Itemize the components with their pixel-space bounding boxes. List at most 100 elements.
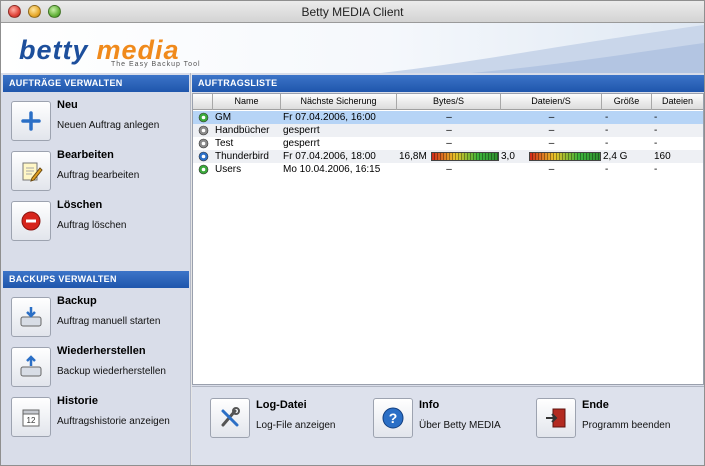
info-title: Info — [419, 399, 440, 411]
table-row[interactable]: Thunderbird Fr 07.04.2006, 18:00 16,8M 3,0 2… — [193, 150, 703, 163]
svg-text:?: ? — [389, 410, 398, 426]
window-title: Betty MEDIA Client — [301, 5, 404, 19]
left-action-panel: AUFTRÄGE VERWALTEN Neu Neuen Auftrag anl… — [1, 73, 191, 465]
job-list-header: AUFTRAGSLISTE — [192, 75, 704, 92]
delete-job-title: Löschen — [57, 199, 103, 211]
table-row[interactable]: Users Mo 10.04.2006, 16:15 – – - - — [193, 163, 703, 176]
svg-text:12: 12 — [27, 416, 36, 425]
delete-job-action[interactable]: Löschen Auftrag löschen — [11, 199, 187, 243]
cell-size: 2,4 G — [603, 151, 628, 162]
job-list-panel: AUFTRAGSLISTE Name Nächste Sicherung Byt… — [192, 73, 704, 465]
edit-job-button[interactable] — [11, 151, 51, 191]
cell-files: - — [654, 112, 658, 123]
new-job-button[interactable] — [11, 101, 51, 141]
cell-size: - — [605, 164, 609, 175]
auftraege-section-header: AUFTRÄGE VERWALTEN — [3, 75, 189, 92]
table-header-row: Name Nächste Sicherung Bytes/S Dateien/S… — [193, 94, 703, 110]
new-job-action[interactable]: Neu Neuen Auftrag anlegen — [11, 99, 187, 143]
edit-job-desc: Auftrag bearbeiten — [57, 170, 140, 181]
column-header-status[interactable] — [193, 94, 213, 110]
column-header-size[interactable]: Größe — [602, 94, 652, 110]
job-status-icon — [198, 112, 209, 123]
cell-next-backup: gesperrt — [283, 125, 320, 136]
cell-next-backup: Fr 07.04.2006, 16:00 — [283, 112, 376, 123]
cell-next-backup: Fr 07.04.2006, 18:00 — [283, 151, 376, 162]
exit-action[interactable]: Ende Programm beenden — [536, 398, 696, 442]
restore-drive-icon — [20, 355, 42, 377]
backup-drive-icon — [20, 307, 42, 327]
edit-job-title: Bearbeiten — [57, 149, 114, 161]
cell-next-backup: Mo 10.04.2006, 16:15 — [283, 164, 381, 175]
cell-size: - — [605, 138, 609, 149]
column-header-next-backup[interactable]: Nächste Sicherung — [281, 94, 397, 110]
cell-bytes-per-sec: 16,8M — [399, 151, 427, 162]
cell-files: - — [654, 164, 658, 175]
cell-name: Handbücher — [215, 125, 270, 136]
cell-name: Test — [215, 138, 234, 149]
backups-section-header: BACKUPS VERWALTEN — [3, 271, 189, 288]
info-action[interactable]: ? Info Über Betty MEDIA — [373, 398, 533, 442]
delete-job-button[interactable] — [11, 201, 51, 241]
backup-desc: Auftrag manuell starten — [57, 316, 161, 327]
cell-size: - — [605, 112, 609, 123]
cell-bytes-per-sec: – — [446, 138, 452, 149]
table-row[interactable]: Test gesperrt – – - - — [193, 137, 703, 150]
tools-icon — [221, 407, 240, 427]
backup-title: Backup — [57, 295, 97, 307]
edit-job-action[interactable]: Bearbeiten Auftrag bearbeiten — [11, 149, 187, 193]
cell-files: 160 — [654, 151, 671, 162]
delete-icon — [21, 211, 41, 231]
info-button[interactable]: ? — [373, 398, 413, 438]
log-file-button[interactable] — [210, 398, 250, 438]
cell-name: Thunderbird — [215, 151, 269, 162]
files-rate-meter — [529, 152, 601, 161]
log-file-action[interactable]: Log-Datei Log-File anzeigen — [210, 398, 370, 442]
job-status-icon — [198, 151, 209, 162]
column-header-files[interactable]: Dateien — [652, 94, 703, 110]
calendar-icon: 12 — [22, 409, 40, 427]
exit-title: Ende — [582, 399, 609, 411]
delete-job-desc: Auftrag löschen — [57, 220, 127, 231]
cell-name: Users — [215, 164, 242, 175]
cell-files-per-sec: 3,0 — [501, 151, 515, 162]
history-action[interactable]: 12 Historie Auftragshistorie anzeigen — [11, 395, 187, 439]
column-header-bytes-per-sec[interactable]: Bytes/S — [397, 94, 501, 110]
cell-files: - — [654, 125, 658, 136]
info-desc: Über Betty MEDIA — [419, 420, 501, 431]
notepad-pencil-icon — [22, 162, 43, 182]
column-header-name[interactable]: Name — [213, 94, 281, 110]
job-status-icon — [198, 164, 209, 175]
restore-title: Wiederherstellen — [57, 345, 146, 357]
cell-files-per-sec: – — [548, 138, 555, 149]
title-bar: Betty MEDIA Client — [1, 1, 704, 23]
job-table[interactable]: Name Nächste Sicherung Bytes/S Dateien/S… — [192, 93, 704, 385]
restore-action[interactable]: Wiederherstellen Backup wiederherstellen — [11, 345, 187, 389]
bottom-toolbar: Log-Datei Log-File anzeigen ? Info Über … — [192, 386, 704, 465]
cell-files: - — [654, 138, 658, 149]
app-banner: betty media The Easy Backup Tool — [1, 23, 704, 73]
history-title: Historie — [57, 395, 98, 407]
restore-button[interactable] — [11, 347, 51, 387]
table-row[interactable]: Handbücher gesperrt – – - - — [193, 124, 703, 137]
history-button[interactable]: 12 — [11, 397, 51, 437]
backup-button[interactable] — [11, 297, 51, 337]
log-file-desc: Log-File anzeigen — [256, 420, 336, 431]
plus-icon — [21, 111, 41, 131]
job-status-icon — [198, 138, 209, 149]
table-row[interactable]: GM Fr 07.04.2006, 16:00 – – - - — [193, 111, 703, 124]
exit-button[interactable] — [536, 398, 576, 438]
history-desc: Auftragshistorie anzeigen — [57, 416, 170, 427]
column-header-files-per-sec[interactable]: Dateien/S — [501, 94, 602, 110]
cell-files-per-sec: – — [548, 125, 555, 136]
backup-action[interactable]: Backup Auftrag manuell starten — [11, 295, 187, 339]
exit-desc: Programm beenden — [582, 420, 671, 431]
help-icon: ? — [382, 407, 404, 429]
cell-next-backup: gesperrt — [283, 138, 320, 149]
new-job-title: Neu — [57, 99, 78, 111]
restore-desc: Backup wiederherstellen — [57, 366, 166, 377]
cell-files-per-sec: – — [548, 112, 555, 123]
cell-bytes-per-sec: – — [446, 164, 452, 175]
cell-size: - — [605, 125, 609, 136]
exit-door-icon — [546, 408, 566, 428]
cell-bytes-per-sec: – — [446, 125, 452, 136]
